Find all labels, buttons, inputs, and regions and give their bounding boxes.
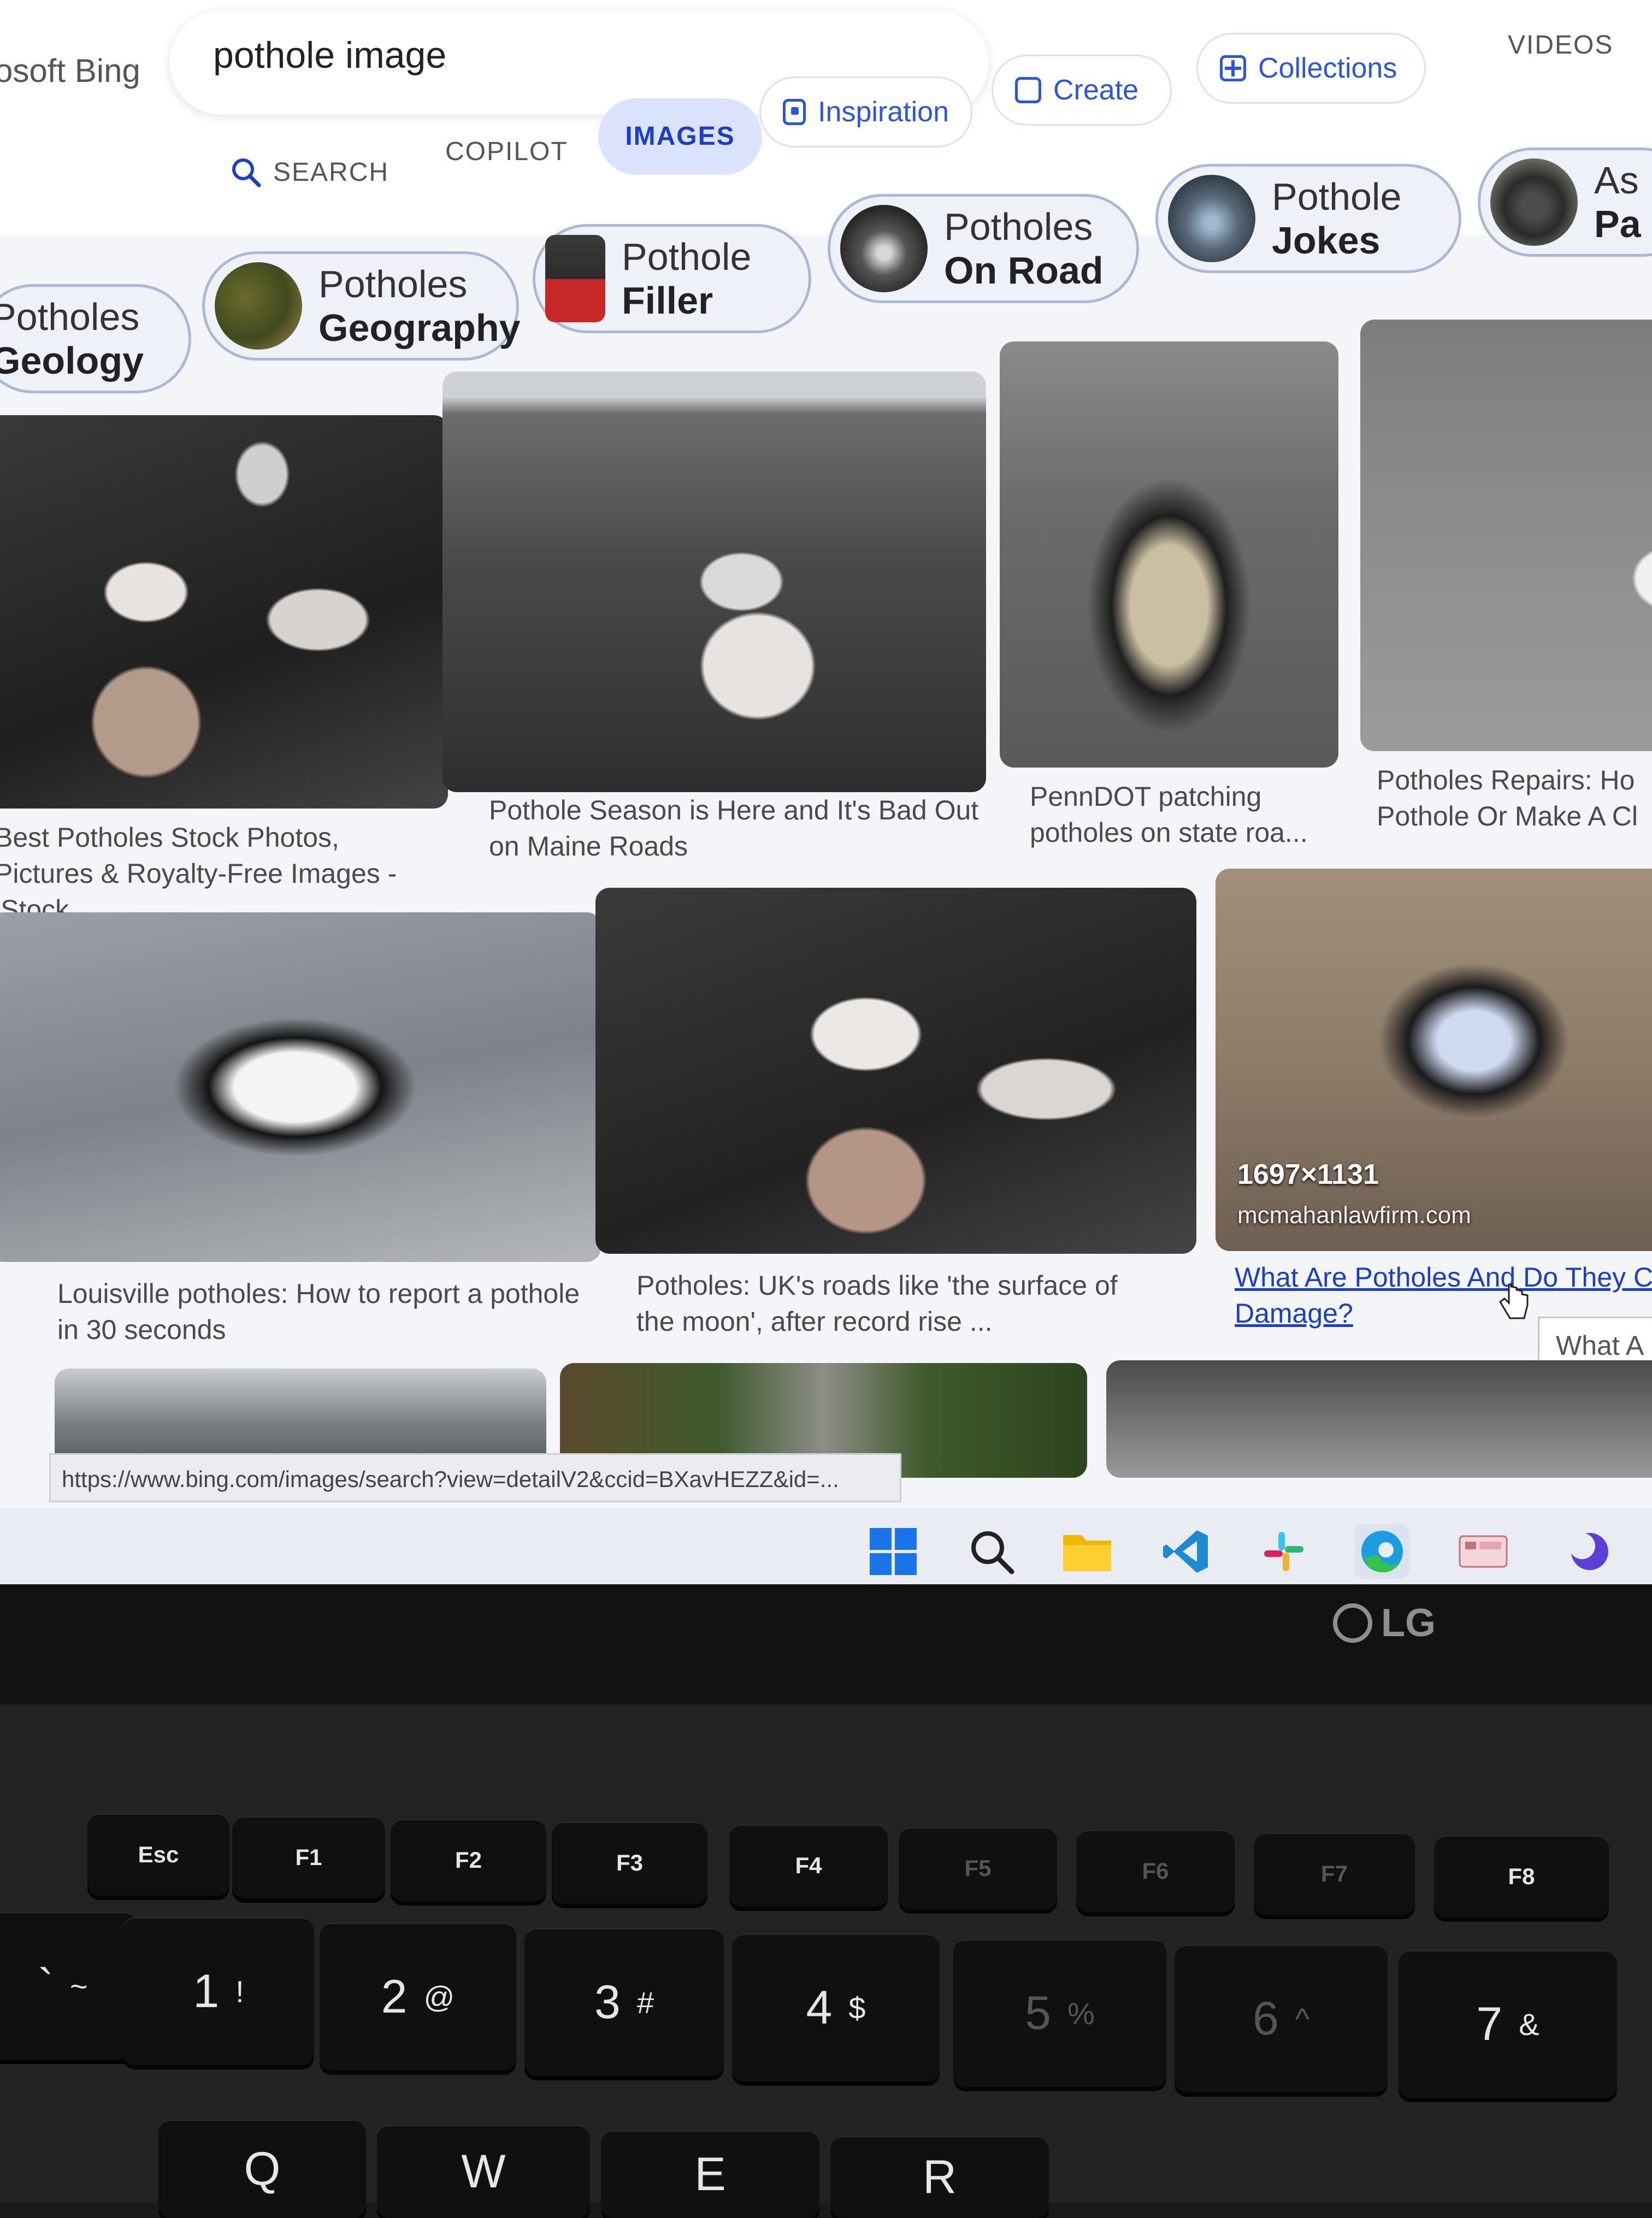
windows-start-icon[interactable] xyxy=(866,1524,921,1579)
collections-label: Collections xyxy=(1258,52,1397,84)
image-source[interactable]: mcmahanlawfirm.com xyxy=(1237,1202,1471,1229)
key-6[interactable]: 6 ^ xyxy=(1175,1945,1388,2092)
search-input[interactable]: pothole image xyxy=(213,34,446,76)
chip-thumbnail xyxy=(840,205,928,292)
key-1[interactable]: 1! xyxy=(123,1918,314,2065)
result-image[interactable] xyxy=(442,371,986,792)
result-image[interactable] xyxy=(1106,1360,1652,1478)
create-label: Create xyxy=(1053,74,1139,106)
result-caption[interactable]: Best Potholes Stock Photos, Pictures & R… xyxy=(0,819,442,928)
result-image[interactable] xyxy=(0,415,448,809)
inspiration-button[interactable]: Inspiration xyxy=(759,76,972,148)
laptop-brand-logo: LG xyxy=(1333,1601,1436,1645)
search-icon[interactable] xyxy=(964,1524,1019,1579)
vscode-icon[interactable] xyxy=(1158,1524,1213,1579)
chip-label: Pothole Jokes xyxy=(1272,175,1402,262)
inspiration-icon xyxy=(783,99,806,125)
tab-images[interactable]: IMAGES xyxy=(598,98,762,175)
result-caption[interactable]: PennDOT patching potholes on state roa..… xyxy=(1030,778,1336,851)
key-7[interactable]: 7 & xyxy=(1399,1950,1617,2098)
browser-screen: osoft Bing pothole image SEARCH COPILOT … xyxy=(0,0,1652,1584)
hand-cursor-icon xyxy=(1499,1283,1529,1319)
chip-label: Pothole Filler xyxy=(622,235,752,322)
app-moon-icon[interactable] xyxy=(1562,1524,1617,1579)
chip-pothole-filler[interactable]: Pothole Filler xyxy=(533,224,811,333)
create-icon xyxy=(1015,77,1041,103)
status-bar-url: https://www.bing.com/images/search?view=… xyxy=(49,1453,901,1502)
chip-pothole-jokes[interactable]: Pothole Jokes xyxy=(1155,164,1461,273)
tab-search[interactable]: SEARCH xyxy=(229,156,389,188)
key-f1[interactable]: F1 xyxy=(232,1816,385,1898)
key-q[interactable]: Q xyxy=(158,2120,366,2218)
result-caption[interactable]: Potholes Repairs: Ho Pothole Or Make A C… xyxy=(1377,762,1652,834)
chip-label: As Pa xyxy=(1594,159,1641,245)
key-r[interactable]: R xyxy=(830,2136,1049,2218)
collections-button[interactable]: Collections xyxy=(1196,33,1426,104)
edge-browser-icon[interactable] xyxy=(1355,1524,1409,1579)
chip-potholes-on-road[interactable]: Potholes On Road xyxy=(828,194,1139,303)
create-button[interactable]: Create xyxy=(992,55,1172,126)
lg-circle-icon xyxy=(1333,1603,1372,1643)
result-image[interactable] xyxy=(1360,320,1652,751)
collections-icon xyxy=(1220,55,1246,81)
result-image[interactable] xyxy=(0,912,601,1262)
chip-thumbnail xyxy=(1490,158,1578,246)
key-f4[interactable]: F4 xyxy=(729,1825,888,1907)
key-e[interactable]: E xyxy=(601,2131,819,2218)
tab-copilot[interactable]: COPILOT xyxy=(445,137,568,167)
key-2[interactable]: 2 @ xyxy=(320,1923,516,2070)
key-f2[interactable]: F2 xyxy=(391,1819,546,1901)
laptop-brand-text: LG xyxy=(1381,1601,1436,1645)
search-icon xyxy=(232,158,261,187)
key-3[interactable]: 3 # xyxy=(524,1928,724,2076)
laptop-bezel: LG xyxy=(0,1584,1652,1704)
chip-thumbnail xyxy=(545,235,605,322)
key-f5[interactable]: F5 xyxy=(899,1827,1057,1909)
key-backtick[interactable]: ` ~ xyxy=(0,1912,137,2060)
result-image-selected[interactable]: 1697×1131 mcmahanlawfirm.com xyxy=(1216,869,1652,1251)
key-4[interactable]: 4 $ xyxy=(732,1934,940,2081)
chip-potholes-geology[interactable]: Potholes Geology xyxy=(0,284,191,393)
result-caption[interactable]: Louisville potholes: How to report a pot… xyxy=(57,1276,582,1348)
bing-logo-text[interactable]: osoft Bing xyxy=(0,52,140,90)
key-f3[interactable]: F3 xyxy=(552,1822,707,1904)
key-5[interactable]: 5% xyxy=(953,1939,1166,2087)
tab-videos[interactable]: VIDEOS xyxy=(1508,30,1613,60)
chip-label: Potholes On Road xyxy=(944,205,1104,292)
tab-search-label: SEARCH xyxy=(273,157,390,187)
key-esc[interactable]: Esc xyxy=(87,1814,229,1896)
image-dimensions: 1697×1131 xyxy=(1237,1159,1379,1190)
chip-thumbnail xyxy=(1168,175,1255,262)
chip-label: Potholes Geography xyxy=(318,263,521,349)
slack-icon[interactable] xyxy=(1256,1524,1311,1579)
key-f6[interactable]: F6 xyxy=(1076,1830,1235,1912)
result-image[interactable] xyxy=(595,888,1196,1254)
file-explorer-icon[interactable] xyxy=(1060,1524,1114,1579)
app-icon[interactable] xyxy=(1456,1524,1511,1579)
chip-thumbnail xyxy=(215,262,302,350)
key-f7[interactable]: F7 xyxy=(1254,1833,1415,1915)
result-image[interactable] xyxy=(1000,341,1338,768)
inspiration-label: Inspiration xyxy=(818,96,949,128)
result-caption[interactable]: Pothole Season is Here and It's Bad Out … xyxy=(489,792,981,864)
windows-taskbar xyxy=(0,1508,1652,1584)
key-f8[interactable]: F8 xyxy=(1434,1836,1609,1918)
chip-potholes-geography[interactable]: Potholes Geography xyxy=(202,251,521,361)
chip-as-pa[interactable]: As Pa xyxy=(1478,148,1652,257)
laptop-keyboard: Esc F1 F2 F3 F4 F5 F6 F7 F8 ` ~ 1! 2 @ 3 # … xyxy=(0,1704,1652,2218)
key-w[interactable]: W xyxy=(377,2125,590,2218)
chip-label: Potholes Geology xyxy=(0,296,144,382)
result-caption[interactable]: Potholes: UK's roads like 'the surface o… xyxy=(636,1267,1150,1340)
